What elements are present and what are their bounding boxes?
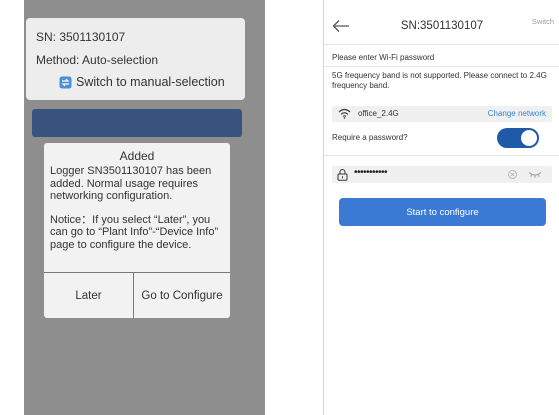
change-network-link[interactable]: Change network <box>488 109 546 118</box>
toggle-divider <box>324 155 559 156</box>
require-password-label: Require a password? <box>332 133 408 142</box>
right-screen: SN:3501130107 Switch Please enter Wi-Fi … <box>323 0 559 415</box>
lock-icon <box>337 169 348 181</box>
background-button <box>32 109 242 137</box>
go-to-configure-button[interactable]: Go to Configure <box>134 273 230 318</box>
wifi-password-prompt: Please enter Wi-Fi password <box>332 53 435 62</box>
network-name: office_2.4G <box>358 109 399 118</box>
page-title: SN:3501130107 <box>400 20 484 32</box>
dialog-title: Added <box>119 149 155 163</box>
network-row: office_2.4G Change network <box>332 106 552 122</box>
later-button[interactable]: Later <box>44 273 133 318</box>
switch-manual-label: Switch to manual-selection <box>76 75 225 89</box>
switch-link[interactable]: Switch <box>532 17 554 26</box>
dialog-body: Logger SN3501130107 has been added. Norm… <box>50 165 224 262</box>
header-divider <box>324 44 559 45</box>
frequency-note: 5G frequency band is not supported. Plea… <box>332 71 547 90</box>
header: SN:3501130107 Switch <box>324 0 559 44</box>
switch-icon <box>59 76 72 88</box>
device-info-card: SN: 3501130107 Method: Auto-selection Sw… <box>26 18 245 100</box>
start-configure-button[interactable]: Start to configure <box>339 198 546 226</box>
prompt-divider <box>324 66 559 67</box>
added-dialog: Added Logger SN3501130107 has been added… <box>44 143 230 318</box>
password-field[interactable]: ••••••••••• <box>332 166 552 183</box>
toggle-knob <box>521 130 537 146</box>
method-label: Method: Auto-selection <box>36 53 159 67</box>
switch-manual-link[interactable]: Switch to manual-selection <box>59 75 225 89</box>
password-value: ••••••••••• <box>354 167 388 178</box>
eye-hidden-icon[interactable] <box>528 171 542 178</box>
require-password-toggle[interactable] <box>497 128 539 148</box>
left-screen: SN: 3501130107 Method: Auto-selection Sw… <box>24 0 265 415</box>
serial-number-label: SN: 3501130107 <box>36 30 126 44</box>
dialog-message: Logger SN3501130107 has been added. Norm… <box>50 165 212 202</box>
dialog-notice: Notice：If you select “Later”, you can go… <box>50 213 219 251</box>
clear-icon[interactable] <box>508 170 517 179</box>
wifi-icon <box>338 108 351 119</box>
